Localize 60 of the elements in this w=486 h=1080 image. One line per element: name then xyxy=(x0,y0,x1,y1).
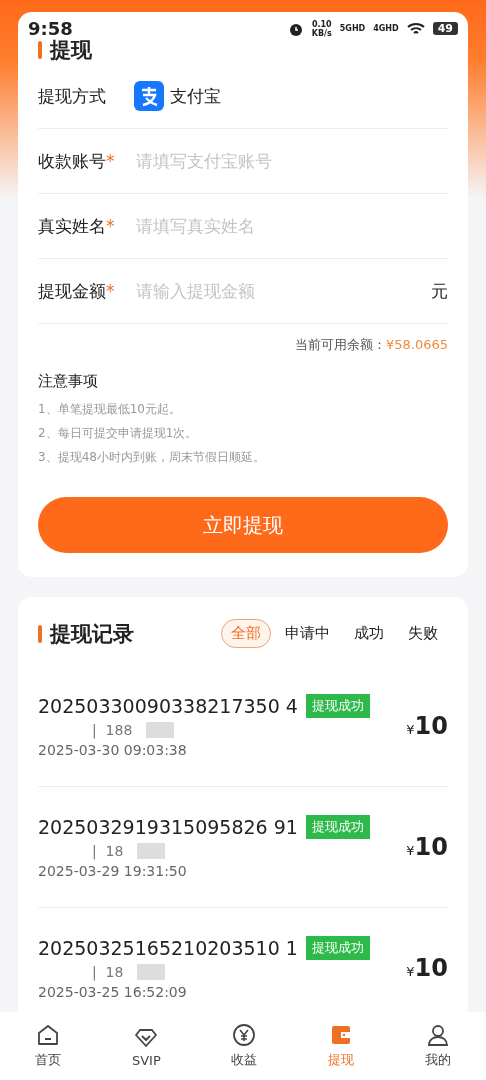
filter-tab[interactable]: 申请中 xyxy=(275,619,340,648)
note-text: 1、单笔提现最低10元起。 xyxy=(38,401,182,418)
required-mark: * xyxy=(106,215,115,236)
status-time: 9:58 xyxy=(28,18,73,39)
currency-sign: ¥ xyxy=(406,964,415,979)
signal-label: 4GHD xyxy=(373,24,399,33)
order-number: 20250325165210203510 1 xyxy=(38,937,298,959)
order-number: 2025032919315095826 91 xyxy=(38,816,298,838)
account-text: | 18 xyxy=(92,964,124,980)
record-amount: 10 xyxy=(414,833,448,861)
status-badge: 提现成功 xyxy=(305,694,370,718)
account-text: | 18 xyxy=(92,843,124,859)
input-field[interactable]: 请输入提现金额 xyxy=(134,280,417,302)
battery-level: 49 xyxy=(432,22,458,35)
balance-label: 当前可用余额： xyxy=(294,337,386,352)
section-title: 提现记录 xyxy=(50,620,134,648)
payment-method[interactable]: 支付宝 xyxy=(170,84,221,108)
yuan-coin-icon xyxy=(232,1023,257,1047)
unit-label: 元 xyxy=(431,279,448,303)
filter-tab[interactable]: 成功 xyxy=(344,619,394,648)
nav-tab[interactable]: 收益 xyxy=(225,1022,264,1070)
user-icon xyxy=(425,1023,450,1047)
filter-tab[interactable]: 失败 xyxy=(398,619,448,648)
payment-app-icon xyxy=(134,81,164,111)
note-text: 3、提现48小时内到账，周末节假日顺延。 xyxy=(38,449,266,466)
redaction-mark xyxy=(137,843,166,859)
wifi-icon xyxy=(406,21,425,36)
record-amount: 10 xyxy=(414,954,448,982)
input-field[interactable]: 请填写真实姓名 xyxy=(134,215,448,237)
speed-unit: KB/s xyxy=(311,28,332,38)
input-field[interactable]: 请填写支付宝账号 xyxy=(134,150,448,172)
network-speed: 0.10 xyxy=(311,19,332,29)
wallet-icon xyxy=(329,1023,353,1047)
balance-amount: ¥58.0665 xyxy=(385,337,448,352)
status-badge: 提现成功 xyxy=(305,815,370,839)
field-label: 真实姓名* xyxy=(38,214,116,238)
required-mark: * xyxy=(106,150,115,171)
order-number: 20250330090338217350 4 xyxy=(38,695,298,717)
field-label: 收款账号* xyxy=(38,149,116,173)
record-time: 2025-03-25 16:52:09 xyxy=(38,984,188,1000)
home-icon xyxy=(36,1023,61,1047)
record-time: 2025-03-29 19:31:50 xyxy=(38,863,188,879)
nav-tab[interactable]: 我的 xyxy=(418,1022,457,1070)
record-amount: 10 xyxy=(414,712,448,740)
currency-sign: ¥ xyxy=(406,722,415,737)
nav-tab[interactable]: 首页 xyxy=(29,1022,68,1070)
record-time: 2025-03-30 09:03:38 xyxy=(38,742,188,758)
note-text: 2、每日可提交申请提现1次。 xyxy=(38,425,199,442)
account-text: | 188 xyxy=(92,722,133,738)
required-mark: * xyxy=(106,280,115,301)
status-badge: 提现成功 xyxy=(305,936,370,960)
section-title: 提现 xyxy=(50,37,92,64)
signal-label: 5GHD xyxy=(339,24,366,33)
currency-sign: ¥ xyxy=(406,843,415,858)
field-label: 提现金额* xyxy=(38,279,116,303)
notes-title: 注意事项 xyxy=(38,372,99,391)
redaction-mark xyxy=(146,722,175,738)
field-label: 提现方式 xyxy=(38,84,107,108)
redaction-mark xyxy=(137,964,166,980)
nav-tab[interactable]: SVIP xyxy=(125,1023,167,1069)
